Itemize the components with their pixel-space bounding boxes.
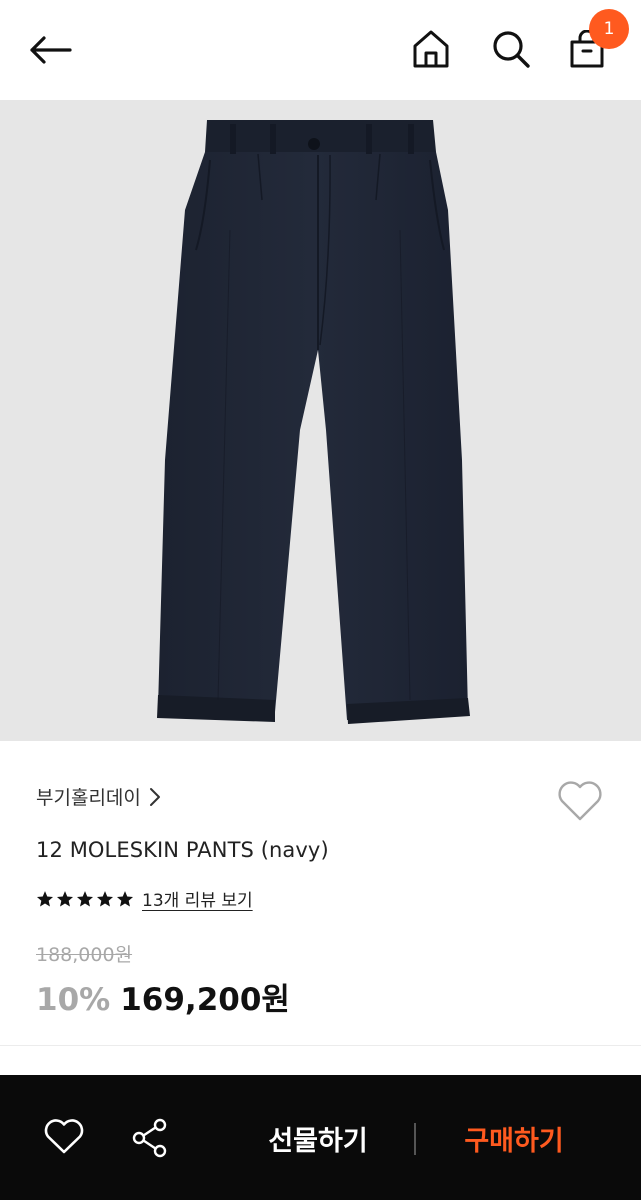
back-button[interactable] xyxy=(24,28,76,72)
bottom-action-bar: 선물하기 구매하기 xyxy=(0,1075,641,1200)
heart-icon xyxy=(44,1119,84,1154)
rating-row: 13개 리뷰 보기 xyxy=(36,886,253,911)
chevron-right-icon xyxy=(149,787,160,806)
heart-icon xyxy=(558,781,602,821)
bar-divider xyxy=(414,1123,416,1155)
arrow-left-icon xyxy=(30,36,72,64)
search-button[interactable] xyxy=(488,26,534,72)
pants-photo xyxy=(0,100,641,741)
star-icon xyxy=(36,890,54,906)
star-rating xyxy=(36,890,134,908)
discount-rate: 10% xyxy=(36,982,111,1018)
top-app-bar: 1 xyxy=(0,0,641,100)
home-icon xyxy=(413,30,449,68)
cart-count-badge: 1 xyxy=(589,9,629,49)
search-icon xyxy=(493,31,530,68)
star-icon xyxy=(76,890,94,906)
original-price: 188,000원 xyxy=(36,944,133,966)
divider xyxy=(0,1045,641,1046)
home-button[interactable] xyxy=(408,26,454,72)
brand-name: 부기홀리데이 xyxy=(36,787,141,809)
share-button[interactable] xyxy=(126,1115,174,1161)
price-row: 10% 169,200원 xyxy=(36,974,290,1019)
review-link[interactable]: 13개 리뷰 보기 xyxy=(142,886,253,911)
wishlist-button[interactable] xyxy=(555,778,605,824)
gift-button[interactable]: 선물하기 xyxy=(250,1115,386,1161)
product-image[interactable] xyxy=(0,100,641,741)
product-title: 12 MOLESKIN PANTS (navy) xyxy=(36,838,329,862)
star-icon xyxy=(56,890,74,906)
star-icon xyxy=(116,890,134,906)
buy-button[interactable]: 구매하기 xyxy=(446,1115,582,1161)
share-icon xyxy=(132,1118,167,1158)
star-icon xyxy=(96,890,114,906)
sale-price: 169,200원 xyxy=(120,982,290,1018)
bottom-wishlist-button[interactable] xyxy=(40,1115,88,1159)
brand-link[interactable]: 부기홀리데이 xyxy=(36,783,161,810)
